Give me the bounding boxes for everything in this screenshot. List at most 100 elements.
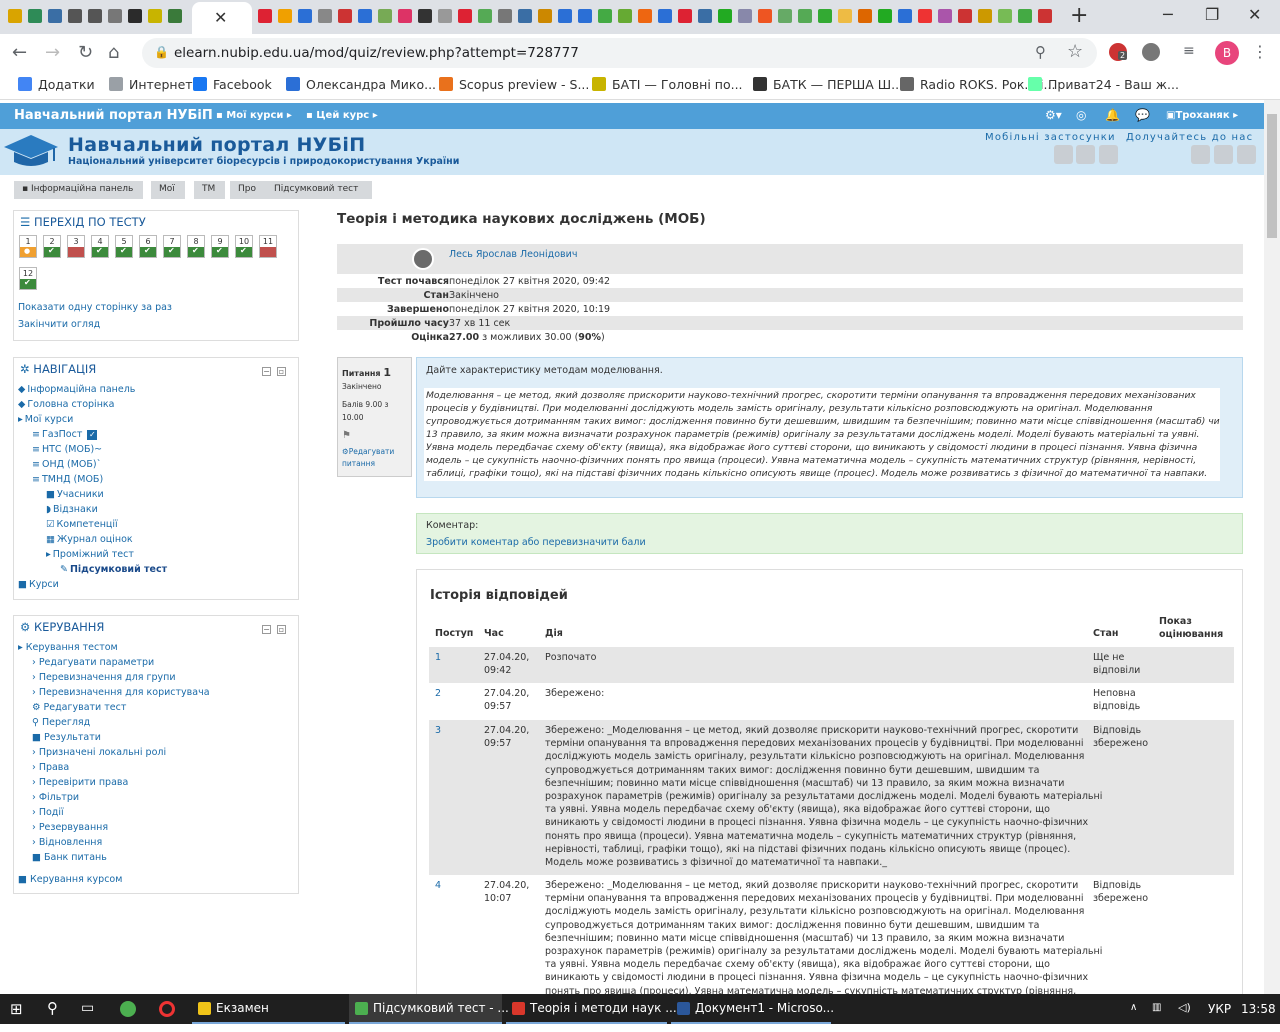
forward-icon[interactable]: → [45,42,60,63]
taskbar-item[interactable]: Підсумковий тест - ... [349,994,509,1024]
breadcrumb-item[interactable]: Підсумковий тест [266,181,373,199]
tab-favicon-icon[interactable] [678,9,692,23]
tab-favicon-icon[interactable] [658,9,672,23]
this-course-menu[interactable]: ▪ Цей курс ▸ [306,110,378,121]
bookmark-item[interactable]: Приват24 - Ваш ж... [1028,77,1179,92]
tab-favicon-icon[interactable] [8,9,22,23]
zoom-icon[interactable]: ⚲ [1035,43,1046,61]
tab-favicon-icon[interactable] [798,9,812,23]
chrome-icon[interactable] [120,1001,136,1017]
admin-item[interactable]: ⚲ Перегляд [32,717,90,728]
collapse-icon[interactable]: − [262,367,271,376]
tab-favicon-icon[interactable] [278,9,292,23]
tab-favicon-icon[interactable] [538,9,552,23]
bookmark-item[interactable]: Scopus preview - S... [439,77,589,92]
nav-item[interactable]: ≡ ГазПост ✓ [32,429,98,440]
nav-item[interactable]: ◗ Відзнаки [46,504,98,515]
close-window-icon[interactable]: ✕ [1248,5,1261,24]
question-nav-button[interactable]: 7 ✔ [163,235,181,258]
tab-favicon-icon[interactable] [298,9,312,23]
extension-icon[interactable] [1142,43,1160,61]
tab-favicon-icon[interactable] [778,9,792,23]
avatar[interactable] [412,248,434,270]
reload-icon[interactable]: ↻ [78,42,93,63]
back-icon[interactable]: ← [12,42,27,63]
tab-favicon-icon[interactable] [558,9,572,23]
dock-icon[interactable]: ▫ [277,367,286,376]
admin-item[interactable]: ■ Керування курсом [18,874,122,885]
tab-favicon-icon[interactable] [838,9,852,23]
tab-favicon-icon[interactable] [958,9,972,23]
tab-favicon-icon[interactable] [28,9,42,23]
nav-item[interactable]: ■ Курси [18,579,59,590]
bookmark-item[interactable]: Олександра Мико... [286,77,436,92]
breadcrumb-item[interactable]: ТМ [194,181,226,199]
tab-favicon-icon[interactable] [718,9,732,23]
question-nav-button[interactable]: 5 ✔ [115,235,133,258]
show-one-page-link[interactable]: Показати одну сторінку за раз [18,302,172,313]
taskbar-item[interactable]: Екзамен [192,994,345,1024]
dock-icon[interactable]: ▫ [277,625,286,634]
my-courses-menu[interactable]: ▪ Мої курси ▸ [216,110,292,121]
windows-start-icon[interactable]: ⊞ [10,1000,23,1030]
scrollbar-thumb[interactable] [1267,114,1277,238]
taskbar-item[interactable]: Теорія і методи наук ... [506,994,677,1024]
opera-icon[interactable] [159,1001,175,1017]
tab-favicon-icon[interactable] [318,9,332,23]
tab-favicon-icon[interactable] [938,9,952,23]
nav-item[interactable]: ✎ Підсумковий тест [60,564,167,575]
tab-favicon-icon[interactable] [978,9,992,23]
tab-favicon-icon[interactable] [418,9,432,23]
tab-favicon-icon[interactable] [258,9,272,23]
menu-icon[interactable]: ⋮ [1252,42,1268,61]
tab-favicon-icon[interactable] [698,9,712,23]
tray-up-icon[interactable]: ∧ [1130,1002,1137,1032]
question-nav-button[interactable]: 10 ✔ [235,235,253,258]
profile-avatar[interactable]: B [1215,41,1239,65]
tab-favicon-icon[interactable] [378,9,392,23]
taskbar-item[interactable]: Документ1 - Microso... [671,994,834,1024]
admin-item[interactable]: › Перевірити права [32,777,128,788]
nav-item[interactable]: ■ Учасники [46,489,104,500]
tab-favicon-icon[interactable] [918,9,932,23]
edit-question-link[interactable]: ⚙Редагувати питання [342,446,410,470]
tab-favicon-icon[interactable] [338,9,352,23]
bookmark-item[interactable]: БАТІ — Головні по... [592,77,743,92]
history-step-link[interactable]: 1 [435,652,441,663]
bookmark-item[interactable]: Додатки [18,77,95,92]
admin-item[interactable]: ■ Результати [32,732,101,743]
home-icon[interactable]: ⌂ [108,42,119,63]
admin-item[interactable]: › Події [32,807,64,818]
nav-item[interactable]: ▦ Журнал оцінок [46,534,133,545]
admin-item[interactable]: ⚙ Редагувати тест [32,702,126,713]
tab-favicon-icon[interactable] [438,9,452,23]
bell-icon[interactable]: 🔔 [1105,108,1120,122]
apple-icon[interactable] [1054,145,1073,164]
new-tab-icon[interactable]: + [1070,3,1088,28]
admin-item[interactable]: › Перевизначення для користувача [32,687,210,698]
tab-favicon-icon[interactable] [458,9,472,23]
target-icon[interactable]: ◎ [1076,108,1086,122]
finish-review-link[interactable]: Закінчити огляд [18,319,100,330]
admin-item[interactable]: › Резервування [32,822,108,833]
user-menu[interactable]: ▣Троханяк ▸ [1166,110,1238,121]
task-view-icon[interactable]: ▭ [81,1000,94,1030]
bookmark-item[interactable]: Facebook [193,77,272,92]
flag-icon[interactable]: ⚑ [342,430,351,441]
admin-item[interactable]: ■ Банк питань [32,852,107,863]
active-tab[interactable]: ✕ [192,2,252,34]
breadcrumb-item[interactable]: ▪ Інформаційна панель [14,181,144,199]
admin-item[interactable]: › Перевизначення для групи [32,672,176,683]
tab-favicon-icon[interactable] [398,9,412,23]
adblock-icon[interactable]: 2 [1109,43,1128,61]
tab-favicon-icon[interactable] [358,9,372,23]
tab-favicon-icon[interactable] [578,9,592,23]
collapse-icon[interactable]: − [262,625,271,634]
tab-favicon-icon[interactable] [758,9,772,23]
tab-favicon-icon[interactable] [878,9,892,23]
tab-favicon-icon[interactable] [68,9,82,23]
tab-favicon-icon[interactable] [738,9,752,23]
media-icon[interactable]: ≡ [1183,43,1195,59]
tab-favicon-icon[interactable] [998,9,1012,23]
nav-item[interactable]: ≡ ОНД (МОБ)` [32,459,101,470]
